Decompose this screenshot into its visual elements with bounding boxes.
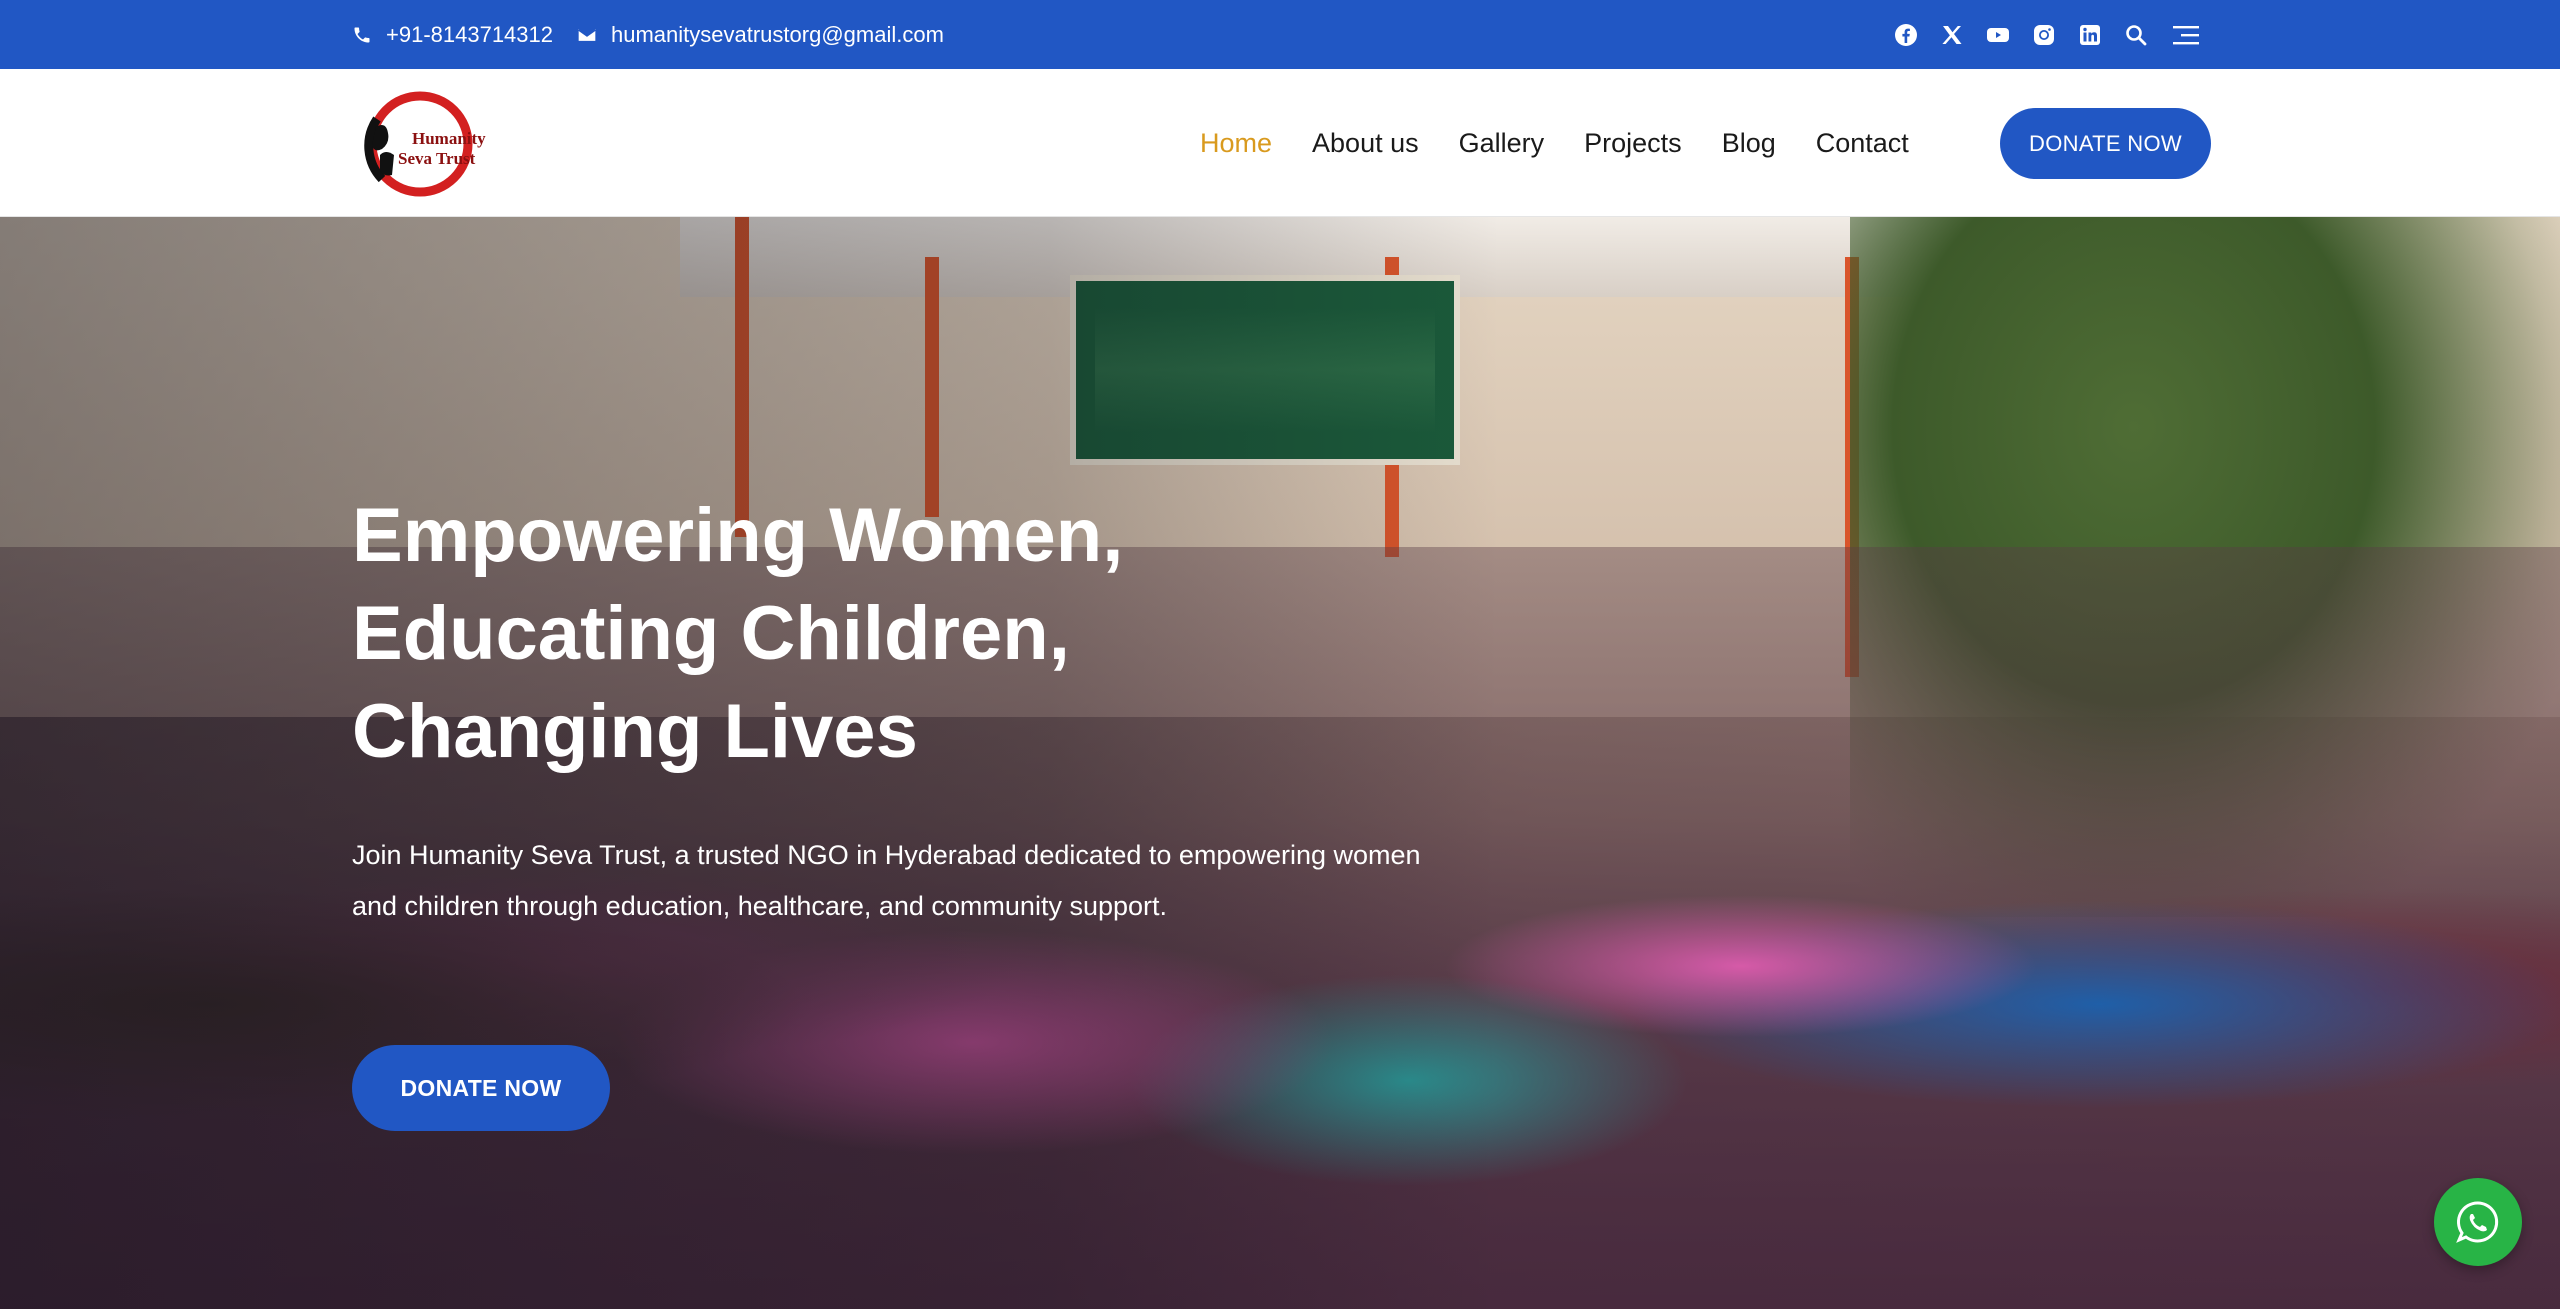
linkedin-link[interactable]	[2077, 22, 2103, 48]
nav-gallery[interactable]: Gallery	[1459, 128, 1545, 159]
logo-text-line2: Seva Trust	[398, 149, 476, 168]
facebook-link[interactable]	[1893, 22, 1919, 48]
site-header: Humanity Seva Trust Home About us Galler…	[0, 69, 2560, 217]
nav-contact[interactable]: Contact	[1816, 128, 1909, 159]
email-link[interactable]: humanitysevatrustorg@gmail.com	[577, 22, 944, 48]
contact-info: +91-8143714312 humanitysevatrustorg@gmai…	[352, 0, 944, 69]
main-nav: Home About us Gallery Projects Blog Cont…	[1200, 69, 1909, 217]
instagram-icon	[2034, 24, 2054, 45]
search-button[interactable]	[2123, 22, 2149, 48]
social-links	[1893, 0, 2203, 69]
logo-emblem-icon: Humanity Seva Trust	[364, 91, 486, 197]
x-icon	[1942, 25, 1962, 44]
hero-description: Join Humanity Seva Trust, a trusted NGO …	[352, 840, 1421, 921]
donate-now-hero-button[interactable]: DONATE NOW	[352, 1045, 610, 1131]
nav-home[interactable]: Home	[1200, 128, 1272, 159]
whatsapp-chat-button[interactable]	[2434, 1178, 2522, 1266]
hero-heading-line: Empowering Women,	[352, 493, 1124, 578]
hero-heading-line: Educating Children,	[352, 591, 1070, 676]
envelope-icon	[578, 28, 596, 41]
youtube-link[interactable]	[1985, 22, 2011, 48]
nav-about-us[interactable]: About us	[1312, 128, 1419, 159]
x-link[interactable]	[1939, 22, 1965, 48]
top-bar: +91-8143714312 humanitysevatrustorg@gmai…	[0, 0, 2560, 69]
logo-text-line1: Humanity	[412, 129, 486, 148]
youtube-icon	[1987, 27, 2009, 42]
hero-heading-line: Changing Lives	[352, 689, 918, 774]
email-address: humanitysevatrustorg@gmail.com	[611, 21, 944, 47]
facebook-icon	[1895, 23, 1917, 46]
hero-heading: Empowering Women, Educating Children, Ch…	[352, 487, 1352, 781]
menu-button[interactable]	[2169, 22, 2203, 48]
search-icon	[2126, 24, 2147, 45]
whatsapp-icon	[2456, 1201, 2499, 1243]
nav-blog[interactable]: Blog	[1722, 128, 1776, 159]
phone-number: +91-8143714312	[386, 21, 553, 47]
menu-icon	[2173, 25, 2199, 44]
donate-now-header-button[interactable]: DONATE NOW	[2000, 108, 2211, 179]
linkedin-icon	[2080, 24, 2100, 45]
site-logo[interactable]: Humanity Seva Trust	[352, 89, 502, 199]
phone-icon	[354, 27, 370, 42]
hero-section: Empowering Women, Educating Children, Ch…	[0, 217, 2560, 1309]
nav-projects[interactable]: Projects	[1584, 128, 1682, 159]
instagram-link[interactable]	[2031, 22, 2057, 48]
phone-link[interactable]: +91-8143714312	[352, 22, 553, 48]
